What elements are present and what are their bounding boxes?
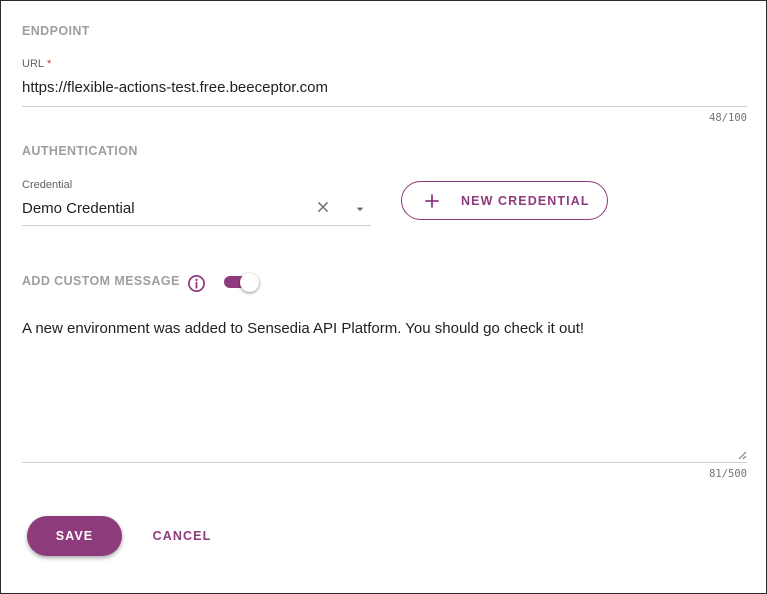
close-icon[interactable] — [313, 197, 333, 217]
new-credential-button[interactable]: NEW CREDENTIAL — [401, 181, 608, 220]
caret-down-icon[interactable] — [352, 201, 368, 217]
toggle-thumb — [240, 273, 259, 292]
info-icon[interactable] — [187, 274, 206, 293]
cancel-button[interactable]: CANCEL — [141, 516, 223, 556]
resize-grip-icon[interactable] — [738, 451, 747, 460]
message-char-counter: 81/500 — [709, 468, 747, 480]
custom-message-section-title: ADD CUSTOM MESSAGE — [22, 274, 180, 288]
plus-icon — [425, 194, 439, 208]
credential-field-label: Credential — [22, 179, 73, 191]
url-input[interactable]: https://flexible-actions-test.free.beece… — [22, 79, 328, 96]
url-char-counter: 48/100 — [709, 112, 747, 124]
endpoint-form: ENDPOINT URL * https://flexible-actions-t… — [0, 0, 767, 594]
credential-select[interactable]: Demo Credential — [22, 200, 135, 217]
required-mark: * — [47, 58, 52, 70]
credential-select-underline — [22, 225, 371, 226]
custom-message-textarea[interactable]: A new environment was added to Sensedia … — [22, 320, 742, 338]
custom-message-underline — [22, 462, 747, 463]
endpoint-section-title: ENDPOINT — [22, 24, 90, 38]
url-field-label: URL * — [22, 58, 51, 70]
save-button[interactable]: SAVE — [27, 516, 122, 556]
new-credential-label: NEW CREDENTIAL — [461, 194, 590, 208]
url-label-text: URL — [22, 58, 45, 70]
authentication-section-title: AUTHENTICATION — [22, 144, 138, 158]
url-input-underline — [22, 106, 747, 107]
custom-message-toggle[interactable] — [223, 272, 261, 292]
